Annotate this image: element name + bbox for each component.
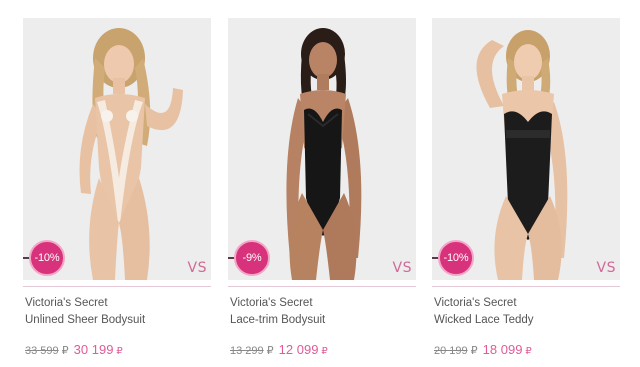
product-brand: Victoria's Secret — [230, 297, 313, 309]
sale-price-currency: ₽ — [116, 346, 123, 357]
sale-price: 18 099 — [482, 342, 523, 357]
price-row: 20 199 ₽18 099 ₽ — [434, 342, 532, 357]
discount-badge: -10% — [29, 240, 65, 276]
old-price: 20 199 — [434, 345, 468, 357]
divider — [23, 286, 211, 287]
vs-logo: VS — [392, 260, 412, 276]
product-brand: Victoria's Secret — [25, 297, 108, 309]
sale-price-currency: ₽ — [321, 346, 328, 357]
product-grid: -10% VS Victoria's Secret Unlined Sheer … — [0, 0, 640, 367]
old-price-currency: ₽ — [61, 345, 69, 357]
old-price: 13 299 — [230, 345, 264, 357]
old-price: 33 599 — [25, 345, 59, 357]
product-image[interactable]: -10% VS — [432, 18, 620, 280]
discount-badge: -10% — [438, 240, 474, 276]
price-row: 13 299 ₽12 099 ₽ — [230, 342, 328, 357]
sale-price: 30 199 — [73, 342, 114, 357]
discount-badge: -9% — [234, 240, 270, 276]
product-brand: Victoria's Secret — [434, 297, 517, 309]
product-image[interactable]: -10% VS — [23, 18, 211, 280]
old-price-currency: ₽ — [266, 345, 274, 357]
product-name[interactable]: Wicked Lace Teddy — [434, 314, 534, 326]
product-card[interactable]: -10% VS Victoria's Secret Unlined Sheer … — [23, 18, 211, 360]
product-image[interactable]: -9% VS — [228, 18, 416, 280]
product-card[interactable]: -9% VS Victoria's Secret Lace-trim Bodys… — [228, 18, 416, 360]
sale-price-currency: ₽ — [525, 346, 532, 357]
price-row: 33 599 ₽30 199 ₽ — [25, 342, 123, 357]
old-price-currency: ₽ — [470, 345, 478, 357]
sale-price: 12 099 — [278, 342, 319, 357]
divider — [432, 286, 620, 287]
product-name[interactable]: Lace-trim Bodysuit — [230, 314, 325, 326]
product-card[interactable]: -10% VS Victoria's Secret Wicked Lace Te… — [432, 18, 620, 360]
vs-logo: VS — [596, 260, 616, 276]
vs-logo: VS — [187, 260, 207, 276]
divider — [228, 286, 416, 287]
product-name[interactable]: Unlined Sheer Bodysuit — [25, 314, 145, 326]
